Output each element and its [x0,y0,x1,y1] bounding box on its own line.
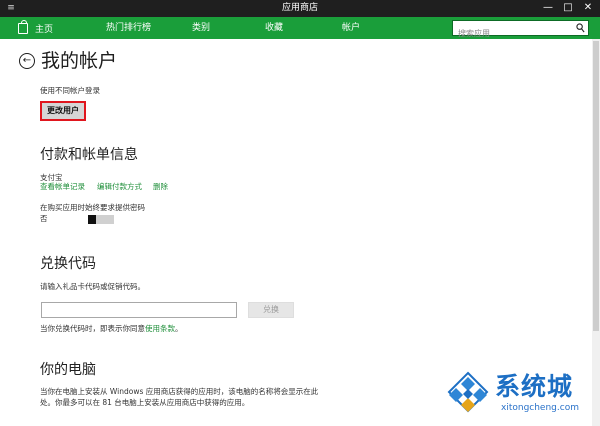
payment-section-title: 付款和帐单信息 [40,147,138,163]
back-arrow-icon[interactable]: ← [19,53,35,69]
switch-account-label: 使用不同帐户登录 [40,86,100,95]
redeem-terms-suffix: 。 [175,324,183,333]
nav-item-account[interactable]: 帐户 [342,22,360,34]
password-setting-label: 在购买应用时始终要求提供密码 [40,203,145,212]
change-user-button[interactable]: 更改用户 [40,101,86,121]
pc-section-title: 你的电脑 [40,362,96,378]
redeem-terms-prefix: 当你兑换代码时，即表示你同意 [40,324,145,333]
search-input[interactable] [453,26,571,41]
pc-description-line2: 处。你最多可以在 81 台电脑上安装从应用商店中获得的应用。 [40,398,250,407]
maximize-button[interactable]: □ [561,1,575,15]
window-title: 应用商店 [281,3,318,13]
edit-payment-method-link[interactable]: 编辑付款方式 [97,182,142,192]
nav-item-categories[interactable]: 类别 [192,22,210,34]
watermark: 系统城 xitongcheng.com [445,368,595,423]
redeem-prompt: 请输入礼品卡代码或促销代码。 [40,282,145,291]
watermark-url: xitongcheng.com [501,403,579,413]
redeem-terms: 当你兑换代码时，即表示你同意使用条款。 [40,324,183,334]
delete-payment-link[interactable]: 删除 [153,182,168,192]
redeem-section-title: 兑换代码 [40,256,96,272]
password-toggle[interactable] [88,215,114,224]
watermark-logo-icon [447,371,489,413]
page-title: 我的帐户 [41,50,118,72]
search-box [452,20,589,41]
nav-item-home[interactable]: 主页 [18,19,54,35]
close-button[interactable]: ✕ [581,1,595,15]
scrollbar-thumb[interactable] [593,41,599,331]
search-icon[interactable] [576,23,585,33]
store-bag-icon [18,19,28,34]
title-bar: ≡ 应用商店 — □ ✕ [0,0,600,17]
pc-description-line1: 当你在电脑上安装从 Windows 应用商店获得的应用时，该电脑的名称将会显示在… [40,387,319,396]
minimize-button[interactable]: — [541,1,555,15]
toggle-knob [88,215,96,224]
nav-item-home-label: 主页 [35,24,54,35]
redeem-button[interactable]: 兑换 [248,302,294,318]
password-setting-value: 否 [40,214,48,223]
redeem-code-input[interactable] [41,302,237,318]
terms-of-use-link[interactable]: 使用条款 [145,324,175,333]
nav-bar: 主页 热门排行榜 类别 收藏 帐户 [0,17,600,41]
watermark-brand: 系统城 [495,372,574,401]
nav-item-top-charts[interactable]: 热门排行榜 [106,22,151,34]
nav-item-collections[interactable]: 收藏 [265,22,283,34]
view-billing-history-link[interactable]: 查看帐单记录 [40,182,85,192]
